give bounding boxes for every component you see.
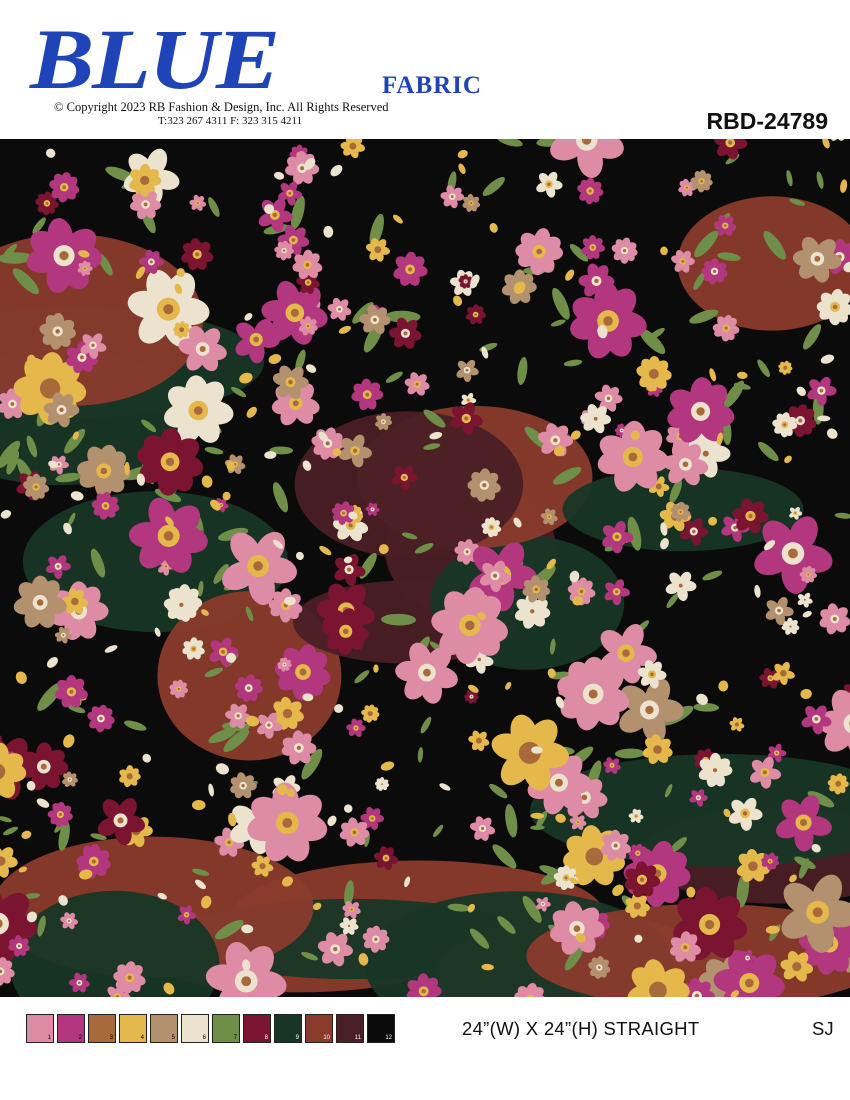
swatch-number: 5	[171, 1035, 175, 1041]
color-swatch-12: 12	[367, 1014, 395, 1043]
swatch-number: 2	[78, 1035, 82, 1041]
copyright-notice: © Copyright 2023 RB Fashion & Design, In…	[54, 100, 389, 114]
base-fabric-label: SJ	[812, 1018, 834, 1039]
brand-logo: BLUE	[30, 11, 280, 107]
swatch-number: 11	[354, 1035, 361, 1041]
swatch-number: 4	[140, 1035, 144, 1041]
swatch-number: 8	[264, 1035, 268, 1041]
color-swatch-4: 4	[119, 1014, 147, 1043]
color-swatch-6: 6	[181, 1014, 209, 1043]
color-swatch-11: 11	[336, 1014, 364, 1043]
repeat-size-label: 24”(W) X 24”(H) STRAIGHT	[462, 1018, 700, 1039]
floral-print-pattern	[0, 139, 850, 997]
color-swatch-7: 7	[212, 1014, 240, 1043]
color-swatch-10: 10	[305, 1014, 333, 1043]
floral-print-artwork	[0, 139, 850, 997]
color-swatch-5: 5	[150, 1014, 178, 1043]
color-swatch-row: 1 2 3 4 5 6 7 8 9 10 11 12	[26, 1014, 398, 1043]
swatch-number: 7	[233, 1035, 237, 1041]
swatch-number: 12	[385, 1035, 392, 1041]
swatch-number: 1	[47, 1035, 51, 1041]
swatch-number: 9	[295, 1035, 299, 1041]
contact-phones: T:323 267 4311 F: 323 315 4211	[158, 115, 303, 127]
swatch-number: 10	[323, 1035, 330, 1041]
color-swatch-8: 8	[243, 1014, 271, 1043]
swatch-number: 3	[109, 1035, 113, 1041]
color-swatch-9: 9	[274, 1014, 302, 1043]
swatch-number: 6	[202, 1035, 206, 1041]
brand-logo-subtitle: FABRIC	[382, 72, 482, 99]
color-swatch-1: 1	[26, 1014, 54, 1043]
design-code: RBD-24789	[706, 108, 828, 134]
color-swatch-2: 2	[57, 1014, 85, 1043]
color-swatch-3: 3	[88, 1014, 116, 1043]
